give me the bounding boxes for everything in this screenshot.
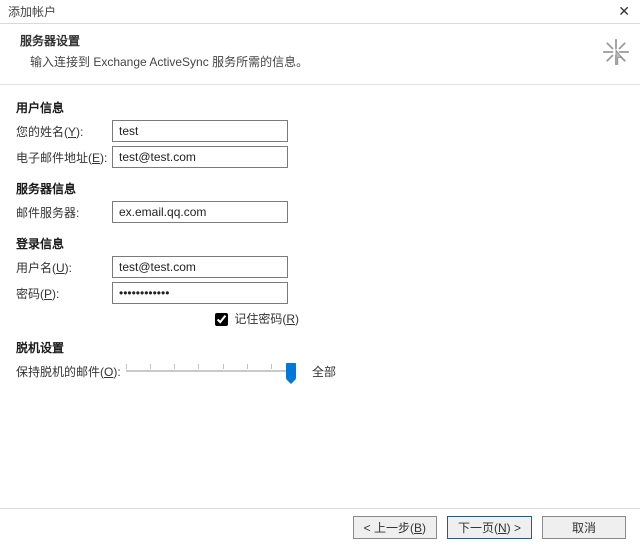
input-name[interactable] bbox=[112, 120, 288, 142]
input-email[interactable] bbox=[112, 146, 288, 168]
slider-thumb[interactable] bbox=[286, 363, 296, 379]
header-title: 服务器设置 bbox=[20, 32, 628, 49]
input-mailserver[interactable] bbox=[112, 201, 288, 223]
label-name: 您的姓名(Y): bbox=[16, 123, 112, 140]
row-email: 电子邮件地址(E): bbox=[16, 146, 624, 168]
label-email: 电子邮件地址(E): bbox=[16, 149, 112, 166]
row-name: 您的姓名(Y): bbox=[16, 120, 624, 142]
label-username: 用户名(U): bbox=[16, 259, 112, 276]
slider-value-text: 全部 bbox=[312, 363, 336, 380]
row-mailserver: 邮件服务器: bbox=[16, 201, 624, 223]
label-offline-mail: 保持脱机的邮件(O): bbox=[16, 363, 126, 380]
checkbox-remember[interactable] bbox=[215, 313, 228, 326]
row-offline-mail: 保持脱机的邮件(O): 全部 bbox=[16, 360, 624, 382]
wizard-header: 服务器设置 输入连接到 Exchange ActiveSync 服务所需的信息。 bbox=[0, 24, 640, 85]
section-user-info: 用户信息 bbox=[16, 99, 624, 116]
wizard-footer: < 上一步(B) 下一页(N) > 取消 bbox=[0, 508, 640, 546]
label-mailserver: 邮件服务器: bbox=[16, 204, 112, 221]
section-offline: 脱机设置 bbox=[16, 339, 624, 356]
label-password: 密码(P): bbox=[16, 285, 112, 302]
header-subtitle: 输入连接到 Exchange ActiveSync 服务所需的信息。 bbox=[30, 53, 628, 70]
window-title: 添加帐户 bbox=[8, 3, 56, 20]
row-remember: 记住密码(R) bbox=[16, 310, 624, 329]
section-server-info: 服务器信息 bbox=[16, 180, 624, 197]
input-password[interactable] bbox=[112, 282, 288, 304]
section-login-info: 登录信息 bbox=[16, 235, 624, 252]
form-content: 用户信息 您的姓名(Y): 电子邮件地址(E): 服务器信息 邮件服务器: 登录… bbox=[0, 85, 640, 382]
back-button[interactable]: < 上一步(B) bbox=[353, 516, 437, 539]
close-icon[interactable]: ✕ bbox=[612, 3, 636, 20]
input-username[interactable] bbox=[112, 256, 288, 278]
cancel-button[interactable]: 取消 bbox=[542, 516, 626, 539]
row-username: 用户名(U): bbox=[16, 256, 624, 278]
activesync-icon bbox=[602, 38, 630, 69]
label-remember[interactable]: 记住密码(R) bbox=[211, 312, 299, 326]
row-password: 密码(P): bbox=[16, 282, 624, 304]
slider-offline-mail[interactable] bbox=[126, 360, 296, 382]
title-bar: 添加帐户 ✕ bbox=[0, 0, 640, 24]
next-button[interactable]: 下一页(N) > bbox=[447, 516, 532, 539]
